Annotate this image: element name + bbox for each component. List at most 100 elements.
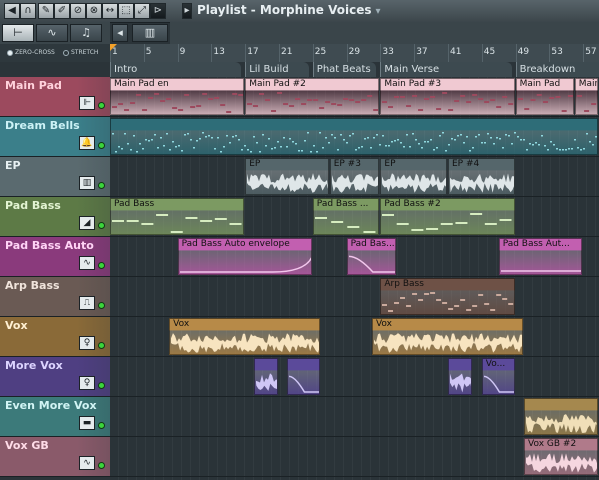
pattern-clip[interactable]: [524, 398, 598, 435]
ruler-bar-number: 49: [517, 47, 530, 57]
timeline-ruler[interactable]: 1 5 9 13 17 21 25 29 33 37 41 45 49 53 57: [110, 44, 599, 63]
track-mute-led[interactable]: [98, 222, 105, 229]
pattern-clip[interactable]: Main: [574, 78, 598, 115]
stretch-radio[interactable]: [63, 49, 69, 56]
pattern-clip[interactable]: EP: [380, 158, 447, 195]
track-header[interactable]: Pad Bass Auto ∿: [0, 237, 110, 277]
marker-phat-beats[interactable]: Phat Beats: [312, 62, 377, 77]
automation-clip-icon[interactable]: ∿: [79, 256, 95, 270]
note: [472, 305, 478, 307]
title-dropdown-icon[interactable]: ▾: [376, 6, 381, 17]
marker-intro[interactable]: Intro: [110, 62, 242, 77]
track-header[interactable]: Dream Bells 🔔: [0, 117, 110, 157]
playback-icon[interactable]: ⊳: [150, 3, 166, 19]
track-mute-led[interactable]: [98, 462, 105, 469]
pattern-icon[interactable]: ⊢: [2, 24, 34, 42]
title-arrow-icon[interactable]: ▸: [182, 3, 192, 19]
scroll-left-icon[interactable]: ◂: [112, 24, 128, 42]
notes-preview: [576, 95, 596, 112]
snap-icon[interactable]: ◀: [4, 3, 20, 19]
track-mute-led[interactable]: [98, 422, 105, 429]
draw-icon[interactable]: ✎: [38, 3, 54, 19]
track-header[interactable]: EP ▥: [0, 157, 110, 197]
pattern-clip[interactable]: Vo...: [481, 358, 515, 395]
marker-lil-build[interactable]: Lil Build: [245, 62, 309, 77]
note: [448, 308, 454, 310]
stretch-option[interactable]: STRETCH: [63, 49, 98, 56]
select-icon[interactable]: ⬚: [118, 3, 134, 19]
note: [130, 149, 132, 151]
ramp-icon[interactable]: ◢: [79, 216, 95, 230]
track-mute-led[interactable]: [98, 382, 105, 389]
paint-icon[interactable]: ✐: [54, 3, 70, 19]
piano-roll-icon[interactable]: ⊩: [79, 96, 95, 110]
arp-icon[interactable]: ⎍: [79, 296, 95, 310]
slip-icon[interactable]: ↔: [102, 3, 118, 19]
bell-icon[interactable]: 🔔: [79, 136, 95, 150]
vocal-icon[interactable]: ♀: [79, 376, 95, 390]
pattern-clip[interactable]: [253, 358, 278, 395]
note: [496, 106, 502, 108]
note: [382, 214, 395, 216]
pattern-clip[interactable]: Main Pad en: [110, 78, 245, 115]
note: [151, 139, 153, 141]
pattern-clip[interactable]: Pad Bass: [110, 198, 245, 235]
track-mute-led[interactable]: [98, 262, 105, 269]
track-header[interactable]: Pad Bass ◢: [0, 197, 110, 237]
pattern-clip[interactable]: EP #4: [448, 158, 515, 195]
pattern-clip[interactable]: EP: [245, 158, 329, 195]
automation-clip-icon[interactable]: ∿: [79, 456, 95, 470]
pattern-clip[interactable]: Vox: [371, 318, 524, 355]
pattern-clip[interactable]: [448, 358, 473, 395]
note-icon[interactable]: ♫: [70, 24, 102, 42]
vocal-icon[interactable]: ♀: [79, 336, 95, 350]
track-mute-led[interactable]: [98, 342, 105, 349]
pattern-clip[interactable]: Main Pad #2: [245, 78, 380, 115]
note: [505, 134, 507, 136]
pattern-clip[interactable]: Pad Bas...: [346, 238, 397, 275]
clip-body: [247, 92, 379, 112]
track-mute-led[interactable]: [98, 102, 105, 109]
magnet-icon[interactable]: ∩: [20, 3, 36, 19]
marker-main-verse[interactable]: Main Verse: [380, 62, 512, 77]
pattern-clip[interactable]: Main Pad #3: [380, 78, 515, 115]
pattern-clip[interactable]: Pad Bass Aut...: [498, 238, 583, 275]
note: [427, 141, 429, 143]
pattern-clip[interactable]: Pad Bass Auto envelope: [177, 238, 312, 275]
scroll-track-icon[interactable]: ▥: [132, 24, 168, 42]
pattern-clip[interactable]: Pad Bass ...: [312, 198, 380, 235]
track-header[interactable]: Main Pad ⊩: [0, 77, 110, 117]
sample-icon[interactable]: ▬: [79, 416, 95, 430]
pattern-clip[interactable]: Main Pad: [515, 78, 574, 115]
keyboard-icon[interactable]: ▥: [79, 176, 95, 190]
window-title[interactable]: Playlist - Morphine Voices ▾: [197, 3, 381, 17]
note: [211, 137, 213, 139]
track-mute-led[interactable]: [98, 302, 105, 309]
track-header[interactable]: Arp Bass ⎍: [0, 277, 110, 317]
playlist-grid[interactable]: Main Pad en Main Pad #2 Main Pad #3 Main Pa…: [110, 77, 599, 480]
track-header[interactable]: Even More Vox ▬: [0, 397, 110, 437]
note: [397, 223, 410, 225]
delete-icon[interactable]: ⊘: [70, 3, 86, 19]
pattern-clip[interactable]: [287, 358, 321, 395]
zero-cross-radio[interactable]: [7, 49, 13, 56]
zoom-icon[interactable]: ⤢: [134, 3, 150, 19]
track-mute-led[interactable]: [98, 182, 105, 189]
pattern-clip[interactable]: Vox: [169, 318, 321, 355]
pattern-clip[interactable]: [110, 118, 598, 155]
note: [460, 95, 466, 97]
track-mute-led[interactable]: [98, 142, 105, 149]
pattern-clip[interactable]: Vox GB #2: [524, 438, 598, 475]
pattern-clip[interactable]: Pad Bass #2: [380, 198, 515, 235]
track-header[interactable]: More Vox ♀: [0, 357, 110, 397]
track-header[interactable]: Vox GB ∿: [0, 437, 110, 477]
marker-breakdown[interactable]: Breakdown: [515, 62, 599, 77]
zero-cross-option[interactable]: ZERO-CROSS: [7, 49, 55, 56]
automation-icon[interactable]: ∿: [36, 24, 68, 42]
playhead-marker-icon[interactable]: [110, 44, 117, 51]
pattern-clip[interactable]: Arp Bass: [380, 278, 515, 315]
pattern-clip[interactable]: EP #3: [329, 158, 380, 195]
note: [156, 214, 169, 216]
track-header[interactable]: Vox ♀: [0, 317, 110, 357]
mute-icon[interactable]: ⊗: [86, 3, 102, 19]
